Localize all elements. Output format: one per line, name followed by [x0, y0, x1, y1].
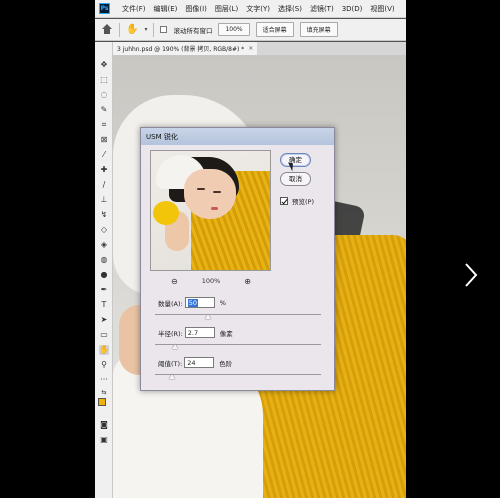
swap-colors-icon[interactable]: ⇆: [99, 388, 109, 398]
scroll-all-label: 滚动所有窗口: [173, 26, 213, 35]
preview-zoom-level: 100%: [201, 277, 221, 285]
preview-zoom-controls: ⊖ 100% ⊕: [171, 274, 251, 288]
amount-row: 数量(A): 50 %: [158, 297, 226, 308]
screen: Ps 文件(F) 编辑(E) 图像(I) 图层(L) 文字(Y) 选择(S) 滤…: [0, 0, 500, 498]
radius-label: 半径(R):: [158, 329, 183, 338]
photoshop-logo: Ps: [99, 3, 110, 14]
hand-tool-active-icon[interactable]: ✋: [99, 345, 109, 355]
blur-tool-icon[interactable]: ◍: [99, 255, 109, 265]
zoom-100-button[interactable]: 100%: [218, 23, 250, 36]
shape-tool-icon[interactable]: ▭: [99, 330, 109, 340]
divider: [153, 22, 155, 37]
brush-tool-icon[interactable]: ∕: [99, 180, 109, 190]
menu-bar: Ps 文件(F) 编辑(E) 图像(I) 图层(L) 文字(Y) 选择(S) 滤…: [95, 0, 406, 18]
quick-select-tool-icon[interactable]: ✎: [99, 105, 109, 115]
chevron-down-icon[interactable]: ▾: [144, 26, 147, 33]
radius-slider-track[interactable]: [155, 344, 321, 345]
menu-file[interactable]: 文件(F): [120, 4, 148, 14]
lasso-tool-icon[interactable]: ◌: [99, 90, 109, 100]
amount-slider-track[interactable]: [155, 314, 321, 315]
cancel-button[interactable]: 取消: [280, 172, 311, 186]
threshold-slider-thumb[interactable]: [168, 374, 175, 379]
menu-view[interactable]: 视图(V): [368, 4, 396, 14]
tools-panel: ✥ ⬚ ◌ ✎ ⌗ ⊠ ⁄ ✚ ∕ ⊥ ↯ ◇ ◈ ◍ ● ✒ T ➤ ▭ ✋ …: [95, 42, 113, 498]
close-icon[interactable]: ×: [248, 45, 253, 52]
threshold-slider-track[interactable]: [155, 374, 321, 375]
menu-image[interactable]: 图像(I): [183, 4, 209, 14]
hand-tool-icon[interactable]: ✋: [126, 24, 138, 35]
menu-edit[interactable]: 编辑(E): [152, 4, 180, 14]
preview-lip: [211, 207, 218, 210]
radius-row: 半径(R): 2.7 像素: [158, 327, 233, 338]
healing-tool-icon[interactable]: ✚: [99, 165, 109, 175]
menu-3d[interactable]: 3D(D): [340, 5, 365, 13]
ok-button[interactable]: 确定: [280, 153, 311, 167]
move-tool-icon[interactable]: ✥: [99, 60, 109, 70]
path-select-tool-icon[interactable]: ➤: [99, 315, 109, 325]
crop-tool-icon[interactable]: ⌗: [99, 120, 109, 130]
preview-face: [184, 169, 236, 219]
radius-unit: 像素: [219, 329, 233, 338]
home-icon[interactable]: [101, 23, 113, 36]
preview-checkbox[interactable]: [280, 197, 288, 205]
eraser-tool-icon[interactable]: ◇: [99, 225, 109, 235]
preview-eye: [197, 188, 205, 190]
options-bar: ✋ ▾ 滚动所有窗口 100% 适合屏幕 填充屏幕: [95, 19, 406, 41]
document-tab[interactable]: 3 juhhn.psd @ 190% (背景 拷贝, RGB/8#) * ×: [113, 42, 258, 55]
zoom-out-icon[interactable]: ⊖: [171, 277, 178, 286]
threshold-row: 阈值(T): 24 色阶: [158, 357, 232, 368]
amount-unit: %: [219, 298, 226, 307]
marquee-tool-icon[interactable]: ⬚: [99, 75, 109, 85]
screen-mode-icon[interactable]: ▣: [99, 435, 109, 445]
menu-type[interactable]: 文字(Y): [244, 4, 272, 14]
fit-screen-button[interactable]: 适合屏幕: [255, 22, 294, 37]
threshold-unit: 色阶: [219, 359, 233, 368]
quick-mask-icon[interactable]: ◙: [99, 420, 109, 430]
preview-checkbox-row[interactable]: 预览(P): [280, 196, 314, 206]
threshold-label: 阈值(T):: [158, 359, 183, 368]
pen-tool-icon[interactable]: ✒: [99, 285, 109, 295]
preview-checkbox-label: 预览(P): [292, 198, 314, 206]
preview-eye: [213, 191, 221, 193]
history-brush-icon[interactable]: ↯: [99, 210, 109, 220]
amount-label: 数量(A):: [158, 299, 183, 308]
document-tab-bar: 3 juhhn.psd @ 190% (背景 拷贝, RGB/8#) * ×: [113, 42, 406, 55]
stamp-tool-icon[interactable]: ⊥: [99, 195, 109, 205]
eyedropper-tool-icon[interactable]: ⁄: [99, 150, 109, 160]
radius-input[interactable]: 2.7: [184, 327, 215, 338]
filter-preview-image[interactable]: [150, 150, 271, 271]
zoom-in-icon[interactable]: ⊕: [244, 277, 251, 286]
foreground-color-swatch[interactable]: [98, 398, 106, 406]
chevron-right-icon[interactable]: [464, 262, 478, 288]
zoom-tool-icon[interactable]: ⚲: [99, 360, 109, 370]
scroll-all-checkbox[interactable]: [160, 26, 168, 33]
gradient-tool-icon[interactable]: ◈: [99, 240, 109, 250]
menu-filter[interactable]: 滤镜(T): [308, 4, 336, 14]
preview-lemon: [153, 201, 179, 225]
dialog-title[interactable]: USM 锐化: [141, 128, 334, 145]
dodge-tool-icon[interactable]: ●: [99, 270, 109, 280]
amount-input[interactable]: 50: [184, 297, 215, 308]
type-tool-icon[interactable]: T: [99, 300, 109, 310]
fill-screen-button[interactable]: 填充屏幕: [299, 22, 338, 37]
document-tab-title: 3 juhhn.psd @ 190% (背景 拷贝, RGB/8#) *: [117, 46, 245, 53]
usm-sharpen-dialog: USM 锐化 ⊖ 100% ⊕ 确定 取消 预览(P) 数量(A): 50 % …: [140, 127, 335, 391]
menu-layer[interactable]: 图层(L): [213, 4, 240, 14]
threshold-input[interactable]: 24: [184, 357, 215, 368]
frame-tool-icon[interactable]: ⊠: [99, 135, 109, 145]
menu-select[interactable]: 选择(S): [276, 4, 304, 14]
amount-slider-thumb[interactable]: [205, 314, 212, 319]
divider: [119, 22, 120, 37]
radius-slider-thumb[interactable]: [171, 344, 178, 349]
more-tools-icon[interactable]: ···: [99, 375, 109, 385]
